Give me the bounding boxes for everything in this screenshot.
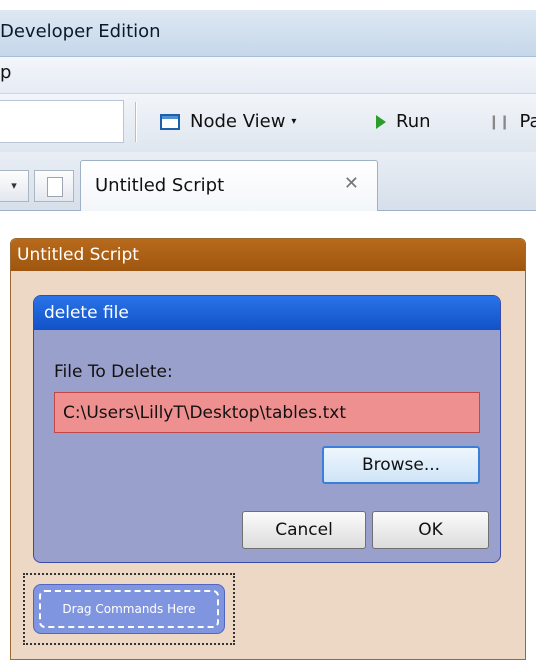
file-to-delete-label: File To Delete: (54, 362, 173, 382)
tab-label: Untitled Script (95, 175, 225, 196)
file-path-input[interactable] (54, 392, 480, 433)
menu-item-help[interactable]: p (0, 62, 11, 83)
cancel-button[interactable]: Cancel (242, 511, 366, 549)
pause-icon: ❙❙ (488, 113, 510, 130)
play-icon (376, 114, 386, 129)
script-title: Untitled Script (11, 239, 525, 271)
pause-button[interactable]: ❙❙ Pa (488, 111, 536, 132)
tab-list-dropdown[interactable]: ▾ (0, 170, 29, 202)
tab-untitled-script[interactable]: Untitled Script ✕ (80, 160, 378, 211)
chevron-down-icon: ▾ (291, 116, 297, 127)
toolbar-input[interactable] (0, 100, 124, 143)
browse-button[interactable]: Browse... (322, 446, 480, 484)
drag-commands-label: Drag Commands Here (39, 590, 219, 628)
node-view-label: Node View (190, 111, 286, 132)
new-tab-button[interactable] (34, 170, 74, 202)
drop-target-outline: Drag Commands Here (23, 573, 235, 645)
ok-button[interactable]: OK (372, 511, 489, 549)
close-icon[interactable]: ✕ (344, 173, 359, 194)
new-document-icon (47, 177, 63, 197)
delete-file-command[interactable]: delete file File To Delete: Browse... Ca… (33, 295, 501, 563)
window-title: Developer Edition (0, 21, 161, 42)
script-panel: Untitled Script delete file File To Dele… (10, 238, 526, 660)
window-titlebar: Developer Edition (0, 10, 536, 57)
node-view-button[interactable]: Node View ▾ (160, 111, 296, 132)
command-title: delete file (34, 296, 500, 330)
toolbar: Node View ▾ Run ❙❙ Pa (0, 94, 536, 153)
drag-commands-zone[interactable]: Drag Commands Here (33, 584, 225, 634)
run-label: Run (396, 111, 431, 132)
node-view-icon (160, 113, 180, 130)
tab-strip: ▾ Untitled Script ✕ (0, 152, 536, 211)
pause-label: Pa (519, 111, 536, 132)
run-button[interactable]: Run (376, 111, 431, 132)
toolbar-separator (135, 102, 136, 142)
menu-bar: p (0, 57, 536, 94)
